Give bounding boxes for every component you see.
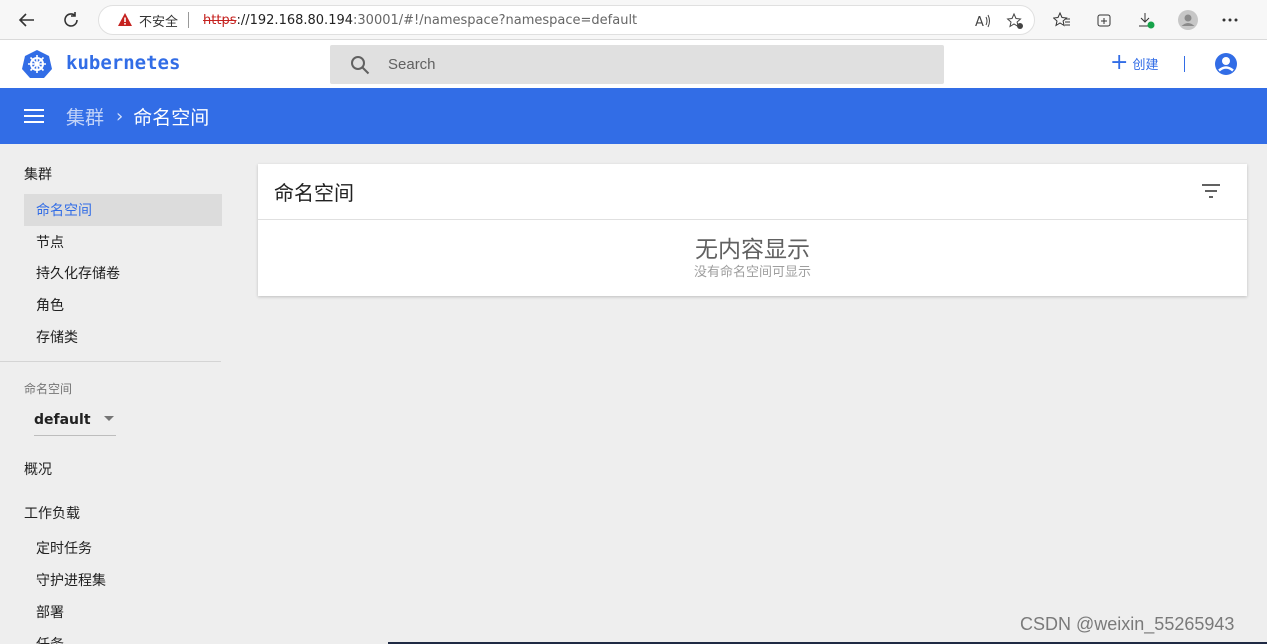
menu-icon[interactable] [24,109,44,123]
sidebar-item-nodes[interactable]: 节点 [24,226,222,258]
breadcrumb-toolbar: 集群 › 命名空间 [0,88,1267,144]
back-button[interactable] [10,3,44,37]
search-icon [351,55,370,74]
sidebar-item-cronjobs[interactable]: 定时任务 [24,532,222,564]
sidebar-item-persistent-volumes[interactable]: 持久化存储卷 [24,257,222,289]
dropdown-arrow-icon [104,416,114,421]
search-bar[interactable] [330,45,944,84]
reload-button[interactable] [54,3,88,37]
favorite-add-icon[interactable] [1006,12,1024,30]
namespace-select[interactable]: default [34,404,116,436]
card-header: 命名空间 [258,164,1247,220]
sidebar-heading-workloads[interactable]: 工作负载 [24,503,80,523]
chevron-right-icon: › [116,105,124,127]
sidebar-item-namespaces[interactable]: 命名空间 [24,194,222,226]
app-header: kubernetes + 创建 [0,40,1267,88]
sidebar-item-overview[interactable]: 概况 [24,459,52,479]
namespace-label: 命名空间 [24,382,73,396]
more-horizontal-icon [1222,18,1238,22]
breadcrumb-cluster[interactable]: 集群 [66,103,104,130]
svg-text:A: A [975,15,984,30]
namespace-value: default [34,411,91,428]
create-button[interactable]: + 创建 [1110,52,1158,74]
address-bar[interactable]: 不安全 https://192.168.80.194:30001/#!/name… [98,5,1035,35]
plus-icon: + [1110,50,1129,75]
breadcrumb-current: 命名空间 [133,106,210,129]
more-button[interactable] [1213,5,1247,35]
empty-state-title: 无内容显示 [695,237,810,263]
arrow-left-icon [18,13,34,27]
namespace-card: 命名空间 无内容显示 没有命名空间可显示 [258,164,1247,296]
card-title: 命名空间 [274,181,354,205]
sidebar-heading-cluster[interactable]: 集群 [24,164,52,184]
reload-icon [64,12,78,27]
sidebar-item-jobs[interactable]: 任务 [24,628,222,644]
filter-icon[interactable] [1201,184,1221,198]
sidebar-nav: 集群 命名空间 节点 持久化存储卷 角色 存储类 命名空间 default 概况… [0,144,222,644]
read-aloud-icon[interactable]: A [974,12,992,30]
address-separator [188,12,190,28]
header-divider [1184,56,1185,72]
insecure-label[interactable]: 不安全 [139,11,178,30]
collections-button[interactable] [1087,5,1121,35]
brand-name[interactable]: kubernetes [66,52,180,74]
browser-toolbar: 不安全 https://192.168.80.194:30001/#!/name… [0,0,1267,40]
sidebar-item-daemonsets[interactable]: 守护进程集 [24,564,222,596]
favorites-button[interactable] [1045,5,1079,35]
watermark: CSDN @weixin_55265943 [1020,614,1235,634]
sidebar-item-storage-classes[interactable]: 存储类 [24,321,222,353]
profile-button[interactable] [1171,5,1205,35]
favorites-icon [1053,11,1070,27]
empty-state-subtitle: 没有命名空间可显示 [693,265,811,280]
sidebar-item-deployments[interactable]: 部署 [24,596,222,628]
warning-icon [118,13,132,26]
url-host: ://192.168.80.194 [236,12,354,28]
url-path: :30001/#!/namespace?namespace=default [353,12,638,28]
kubernetes-logo-icon[interactable] [22,49,52,79]
search-input[interactable] [388,56,908,73]
create-label: 创建 [1132,57,1159,73]
downloads-button[interactable] [1129,5,1163,35]
download-icon [1139,13,1155,29]
sidebar-item-roles[interactable]: 角色 [24,289,222,321]
account-circle-icon[interactable] [1214,52,1238,76]
collections-icon [1097,14,1111,27]
url-scheme: https [203,12,237,28]
profile-avatar-icon [1178,10,1198,30]
sidebar-divider [0,361,221,362]
